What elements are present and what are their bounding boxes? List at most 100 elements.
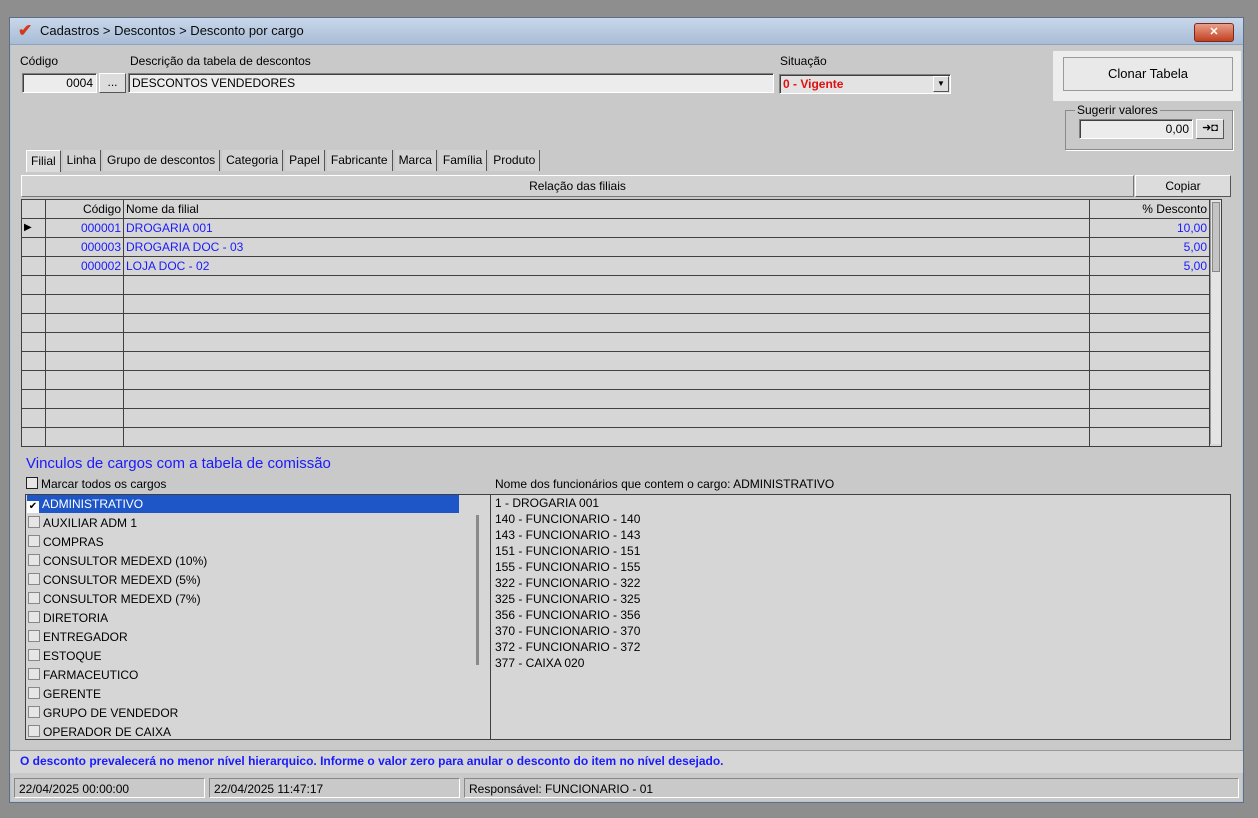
cell-empty[interactable] [124, 390, 1090, 408]
cell-empty[interactable] [1090, 276, 1210, 294]
codigo-lookup-button[interactable]: ... [99, 73, 126, 93]
cell-nome[interactable]: DROGARIA 001 [124, 219, 1090, 237]
cell-empty[interactable] [124, 295, 1090, 313]
list-item[interactable]: COMPRAS [28, 533, 104, 551]
empty-row[interactable] [22, 371, 1210, 390]
list-item[interactable]: ESTOQUE [28, 647, 101, 665]
cell-empty[interactable] [46, 371, 124, 389]
empty-row[interactable] [22, 333, 1210, 352]
tab-linha[interactable]: Linha [62, 150, 102, 171]
codigo-field[interactable]: 0004 [22, 73, 97, 93]
checkbox-icon[interactable] [28, 725, 40, 737]
cell-empty[interactable] [46, 390, 124, 408]
tab-produto[interactable]: Produto [489, 150, 541, 171]
cargos-scrollbar[interactable] [467, 495, 489, 739]
cell-empty[interactable] [1090, 371, 1210, 389]
list-item[interactable]: 1 - DROGARIA 001 [495, 495, 599, 511]
cell-nome[interactable]: LOJA DOC - 02 [124, 257, 1090, 275]
col-desconto[interactable]: % Desconto [1090, 200, 1210, 218]
empty-row[interactable] [22, 409, 1210, 428]
list-item[interactable]: 151 - FUNCIONARIO - 151 [495, 543, 640, 559]
col-nome-filial[interactable]: Nome da filial [124, 200, 1090, 218]
cell-empty[interactable] [46, 314, 124, 332]
sugerir-apply-button[interactable]: ➜◘ [1196, 119, 1224, 139]
cell-desconto[interactable]: 10,00 [1090, 219, 1210, 237]
checkbox-icon[interactable] [28, 592, 40, 604]
cell-codigo[interactable]: 000001 [46, 219, 124, 237]
cell-empty[interactable] [1090, 295, 1210, 313]
list-item[interactable]: AUXILIAR ADM 1 [28, 514, 137, 532]
checkbox-icon[interactable] [28, 516, 40, 528]
cell-empty[interactable] [46, 352, 124, 370]
chevron-down-icon[interactable]: ▼ [933, 76, 949, 92]
tab-marca[interactable]: Marca [394, 150, 437, 171]
tab-categoria[interactable]: Categoria [222, 150, 284, 171]
empty-row[interactable] [22, 314, 1210, 333]
list-item[interactable]: CONSULTOR MEDEXD (10%) [28, 552, 207, 570]
cell-desconto[interactable]: 5,00 [1090, 257, 1210, 275]
cell-empty[interactable] [1090, 428, 1210, 446]
list-item[interactable]: GERENTE [28, 685, 101, 703]
list-item[interactable]: 356 - FUNCIONARIO - 356 [495, 607, 640, 623]
list-item[interactable]: 322 - FUNCIONARIO - 322 [495, 575, 640, 591]
list-item[interactable]: 370 - FUNCIONARIO - 370 [495, 623, 640, 639]
checkbox-icon[interactable] [28, 630, 40, 642]
list-item[interactable]: 372 - FUNCIONARIO - 372 [495, 639, 640, 655]
checkbox-icon[interactable] [28, 706, 40, 718]
list-item[interactable]: 143 - FUNCIONARIO - 143 [495, 527, 640, 543]
cell-empty[interactable] [46, 276, 124, 294]
grid-scroll-thumb[interactable] [1212, 202, 1220, 272]
checkbox-icon[interactable] [28, 573, 40, 585]
marcar-todos-checkbox[interactable]: Marcar todos os cargos [26, 477, 166, 491]
list-item[interactable]: GRUPO DE VENDEDOR [28, 704, 178, 722]
empty-row[interactable] [22, 352, 1210, 371]
list-item[interactable]: DIRETORIA [28, 609, 108, 627]
list-item[interactable]: ✔ ADMINISTRATIVO [27, 495, 459, 513]
list-item[interactable]: ENTREGADOR [28, 628, 128, 646]
checkbox-icon[interactable] [28, 668, 40, 680]
cell-desconto[interactable]: 5,00 [1090, 238, 1210, 256]
checkbox-icon[interactable] [28, 649, 40, 661]
cell-empty[interactable] [46, 333, 124, 351]
tab-papel[interactable]: Papel [285, 150, 325, 171]
empty-row[interactable] [22, 428, 1210, 446]
table-row[interactable]: 000003 DROGARIA DOC - 03 5,00 [22, 238, 1210, 257]
table-row[interactable]: 000002 LOJA DOC - 02 5,00 [22, 257, 1210, 276]
tab-filial[interactable]: Filial [26, 150, 61, 172]
checkbox-checked-icon[interactable]: ✔ [27, 501, 39, 513]
descricao-field[interactable]: DESCONTOS VENDEDORES [128, 73, 774, 93]
cell-empty[interactable] [124, 276, 1090, 294]
close-icon[interactable]: ✕ [1194, 23, 1234, 42]
cell-empty[interactable] [124, 371, 1090, 389]
situacao-select[interactable]: 0 - Vigente ▼ [779, 74, 951, 94]
cell-empty[interactable] [46, 409, 124, 427]
tab-grupo-de-descontos[interactable]: Grupo de descontos [103, 150, 221, 171]
list-item[interactable]: 140 - FUNCIONARIO - 140 [495, 511, 640, 527]
checkbox-icon[interactable] [28, 687, 40, 699]
cell-empty[interactable] [46, 295, 124, 313]
cell-empty[interactable] [1090, 333, 1210, 351]
cell-empty[interactable] [124, 314, 1090, 332]
cell-empty[interactable] [124, 352, 1090, 370]
cell-empty[interactable] [124, 409, 1090, 427]
list-item[interactable]: 155 - FUNCIONARIO - 155 [495, 559, 640, 575]
cell-empty[interactable] [1090, 390, 1210, 408]
list-item[interactable]: 325 - FUNCIONARIO - 325 [495, 591, 640, 607]
checkbox-icon[interactable] [28, 535, 40, 547]
tab-familia[interactable]: Família [438, 150, 488, 171]
list-item[interactable]: FARMACEUTICO [28, 666, 138, 684]
list-item[interactable]: CONSULTOR MEDEXD (5%) [28, 571, 201, 589]
sugerir-valores-field[interactable]: 0,00 [1079, 119, 1193, 139]
cell-empty[interactable] [1090, 409, 1210, 427]
checkbox-icon[interactable] [28, 554, 40, 566]
empty-row[interactable] [22, 390, 1210, 409]
tab-fabricante[interactable]: Fabricante [326, 150, 393, 171]
checkbox-icon[interactable] [26, 477, 38, 489]
clonar-tabela-button[interactable]: Clonar Tabela [1063, 57, 1233, 91]
grid-scrollbar[interactable] [1210, 200, 1221, 444]
cell-empty[interactable] [1090, 314, 1210, 332]
cell-codigo[interactable]: 000003 [46, 238, 124, 256]
cell-nome[interactable]: DROGARIA DOC - 03 [124, 238, 1090, 256]
empty-row[interactable] [22, 276, 1210, 295]
cell-codigo[interactable]: 000002 [46, 257, 124, 275]
